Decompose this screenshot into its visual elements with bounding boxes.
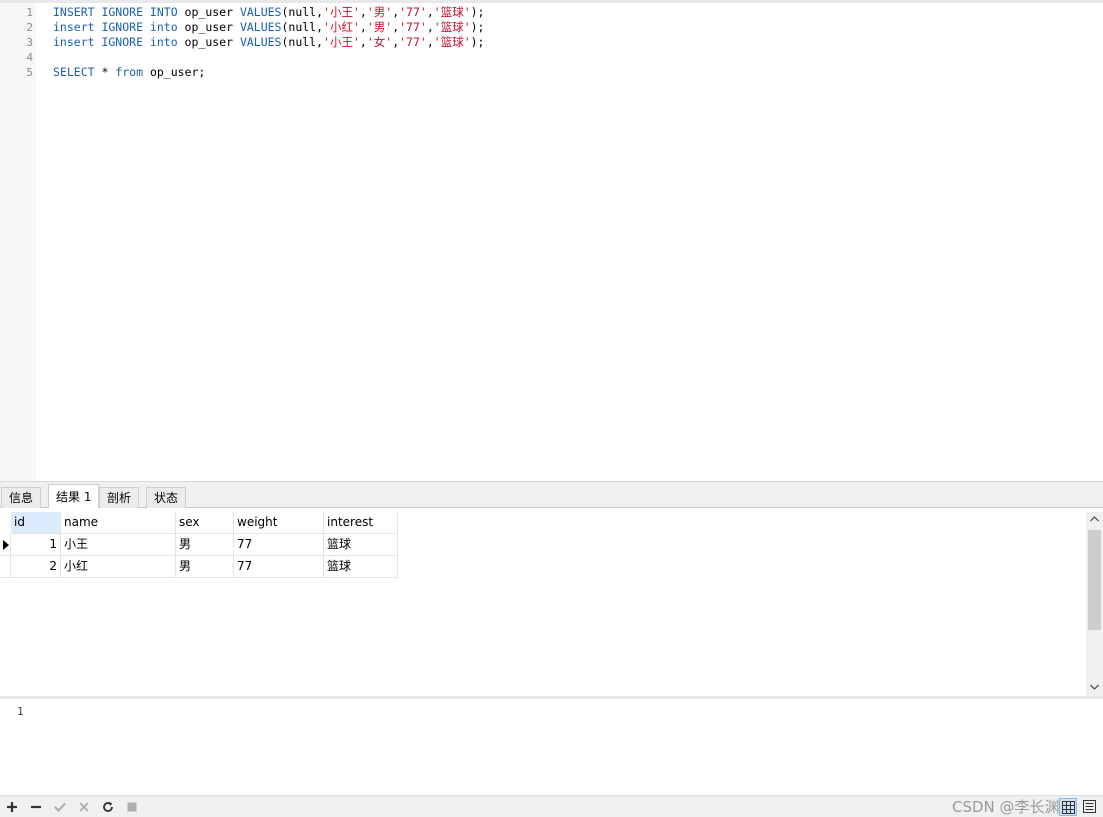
sql-string: '女' (366, 35, 393, 49)
tab-info[interactable]: 信息 (1, 487, 42, 509)
column-header-sex[interactable]: sex (176, 512, 234, 534)
sql-string: '小王' (323, 35, 360, 49)
cell-sex[interactable]: 男 (176, 556, 234, 578)
code-line: SELECT * from op_user; (53, 65, 205, 80)
check-icon[interactable] (50, 797, 70, 817)
column-header-interest[interactable]: interest (324, 512, 398, 534)
stop-icon[interactable] (122, 797, 142, 817)
tab-result-1[interactable]: 结果 1 (48, 484, 100, 509)
sql-keyword: VALUES (239, 5, 282, 19)
cell-id[interactable]: 2 (11, 556, 61, 578)
results-vertical-scrollbar[interactable] (1086, 512, 1103, 696)
sql-keyword: from (115, 65, 144, 79)
table-row[interactable]: 2 小红 男 77 篮球 (0, 556, 398, 578)
row-indicator[interactable] (0, 534, 11, 556)
code-line: INSERT IGNORE INTO op_user VALUES(null,'… (53, 5, 484, 20)
row-indicator[interactable] (0, 556, 11, 578)
line-number-gutter: 1 2 3 4 5 (0, 3, 36, 481)
sql-text: , (359, 20, 367, 34)
grid-header-row: id name sex weight interest (0, 512, 398, 534)
sql-text: op_user (177, 5, 240, 19)
sql-text: ); (470, 35, 485, 49)
sql-string: '篮球' (433, 20, 471, 34)
cell-sex[interactable]: 男 (176, 534, 234, 556)
sql-keyword: VALUES (239, 35, 282, 49)
editor-top-border (0, 0, 1103, 3)
sql-text: (null, (281, 5, 324, 19)
column-header-id[interactable]: id (11, 512, 61, 534)
refresh-icon[interactable] (98, 797, 118, 817)
line-number: 5 (26, 66, 33, 79)
sql-string: '77' (399, 35, 427, 49)
x-icon[interactable] (74, 797, 94, 817)
column-header-name[interactable]: name (61, 512, 176, 534)
line-number: 3 (26, 36, 33, 49)
message-line-number: 1 (17, 705, 24, 718)
sql-string: '77' (399, 5, 427, 19)
cell-id[interactable]: 1 (11, 534, 61, 556)
sql-text: * (94, 65, 116, 79)
record-toolbar: CSDN @李长渊哦 (0, 795, 1103, 817)
sql-string: '男' (366, 5, 393, 19)
csdn-watermark: CSDN @李长渊哦 (952, 798, 1075, 816)
column-header-weight[interactable]: weight (234, 512, 324, 534)
sql-editor[interactable]: 1 2 3 4 5 INSERT IGNORE INTO op_user VAL… (0, 0, 1103, 481)
cell-interest[interactable]: 篮球 (324, 534, 398, 556)
grid-view-icon[interactable] (1059, 798, 1077, 816)
code-line: insert IGNORE into op_user VALUES(null,'… (53, 35, 484, 50)
sql-string: '小王' (323, 5, 360, 19)
sql-text: ); (470, 20, 485, 34)
tab-profile[interactable]: 剖析 (99, 487, 140, 509)
scroll-up-icon[interactable] (1086, 512, 1103, 528)
sql-keyword: INSERT IGNORE INTO (53, 5, 178, 19)
current-row-arrow-icon (3, 540, 9, 550)
line-number: 4 (26, 51, 33, 64)
cell-weight[interactable]: 77 (234, 534, 324, 556)
result-tabs: 信息 结果 1 剖析 状态 (0, 481, 1103, 509)
sql-text: , (359, 35, 367, 49)
sql-keyword: SELECT (53, 65, 95, 79)
form-view-icon[interactable] (1081, 798, 1099, 816)
scroll-down-icon[interactable] (1086, 680, 1103, 696)
tab-status[interactable]: 状态 (146, 487, 187, 509)
minus-icon[interactable] (26, 797, 46, 817)
results-panel: id name sex weight interest 1 小王 男 77 篮球… (0, 508, 1103, 696)
sql-text: , (359, 5, 367, 19)
sql-text: ); (470, 5, 485, 19)
line-number: 2 (26, 21, 33, 34)
sql-text: op_user (177, 35, 240, 49)
message-pane[interactable]: 1 (0, 696, 1103, 795)
sql-text: , (426, 20, 434, 34)
line-number: 1 (26, 6, 33, 19)
sql-text: , (426, 35, 434, 49)
plus-icon[interactable] (2, 797, 22, 817)
sql-keyword: insert IGNORE into (53, 20, 178, 34)
sql-text: op_user; (143, 65, 206, 79)
sql-text: (null, (281, 35, 324, 49)
sql-keyword: VALUES (239, 20, 282, 34)
sql-string: '77' (399, 20, 427, 34)
cell-name[interactable]: 小王 (61, 534, 176, 556)
sql-keyword: insert IGNORE into (53, 35, 178, 49)
cell-weight[interactable]: 77 (234, 556, 324, 578)
sql-string: '小红' (323, 20, 360, 34)
sql-text: op_user (177, 20, 240, 34)
sql-text: , (426, 5, 434, 19)
table-row[interactable]: 1 小王 男 77 篮球 (0, 534, 398, 556)
scrollbar-thumb[interactable] (1088, 530, 1101, 630)
sql-string: '男' (366, 20, 393, 34)
cell-name[interactable]: 小红 (61, 556, 176, 578)
code-line: insert IGNORE into op_user VALUES(null,'… (53, 20, 484, 35)
sql-string: '篮球' (433, 5, 471, 19)
cell-interest[interactable]: 篮球 (324, 556, 398, 578)
sql-string: '篮球' (433, 35, 471, 49)
sql-text: (null, (281, 20, 324, 34)
